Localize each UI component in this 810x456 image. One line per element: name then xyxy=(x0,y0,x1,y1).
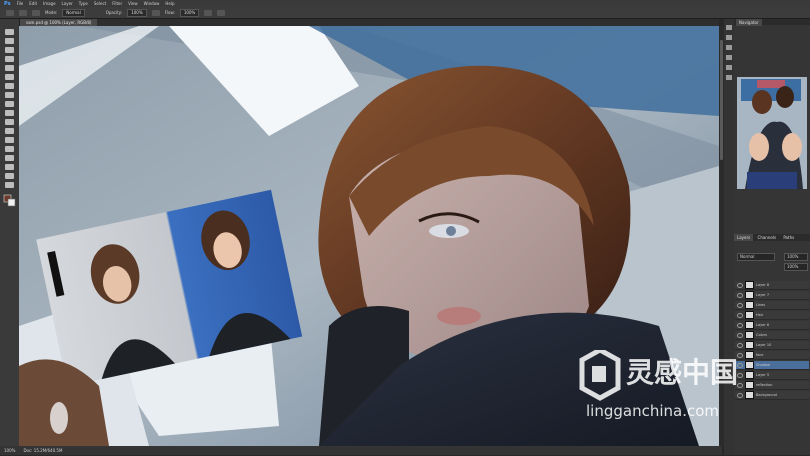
flow-label: Flow: xyxy=(164,10,175,15)
layer-thumbnail xyxy=(745,311,754,319)
menu-edit[interactable]: Edit xyxy=(29,1,37,6)
eye-icon[interactable] xyxy=(737,312,743,318)
layer-thumbnail xyxy=(745,281,754,289)
menu-filter[interactable]: Filter xyxy=(112,1,122,6)
document-tab-bar xyxy=(19,19,719,26)
navigator-preview[interactable] xyxy=(737,77,807,189)
eye-icon[interactable] xyxy=(737,322,743,328)
tools-panel xyxy=(0,19,20,455)
doc-size: Doc: 15.2M/640.5M xyxy=(23,448,63,453)
layer-row[interactable]: Layer 6 xyxy=(735,321,809,330)
layer-row[interactable]: Layer 10 xyxy=(735,341,809,350)
tab-layers[interactable]: Layers xyxy=(734,234,754,241)
tab-channels[interactable]: Channels xyxy=(755,234,780,241)
mode-label: Mode: xyxy=(45,10,58,15)
layer-row[interactable]: Layer 8 xyxy=(735,281,809,290)
pressure-size-icon[interactable] xyxy=(217,9,226,16)
layer-fill-field[interactable]: 100% xyxy=(784,263,808,271)
watermark-brand: 灵感中国 xyxy=(626,356,738,389)
watermark-logo: 灵感中国 lingganchina.com xyxy=(579,347,738,420)
menu-help[interactable]: Help xyxy=(165,1,174,6)
flow-field[interactable]: 100% xyxy=(179,8,200,17)
menu-select[interactable]: Select xyxy=(94,1,106,6)
watermark-url: lingganchina.com xyxy=(586,402,719,420)
zoom-level[interactable]: 100% xyxy=(4,448,15,453)
tab-navigator[interactable]: Navigator xyxy=(736,19,762,26)
menu-bar: Ps File Edit Image Layer Type Select Fil… xyxy=(0,0,810,7)
eye-icon[interactable] xyxy=(737,282,743,288)
layers-tab-row: Layers Channels Paths xyxy=(734,234,810,241)
tools-icons[interactable] xyxy=(0,19,19,455)
layer-thumbnail xyxy=(745,341,754,349)
menu-file[interactable]: File xyxy=(17,1,24,6)
menu-image[interactable]: Image xyxy=(43,1,56,6)
brush-preset-icon[interactable] xyxy=(6,9,14,16)
layer-thumbnail xyxy=(745,291,754,299)
layer-opacity-field[interactable]: 100% xyxy=(784,253,808,261)
layer-row[interactable]: Colors xyxy=(735,331,809,340)
brush-panel-icon[interactable] xyxy=(32,9,40,16)
layer-thumbnail xyxy=(745,321,754,329)
opacity-field[interactable]: 100% xyxy=(127,8,147,17)
navigator-tab-row: Navigator xyxy=(734,19,810,26)
app-logo: Ps xyxy=(4,0,11,7)
options-bar: Mode: Normal Opacity: 100% Flow: 100% xyxy=(0,7,810,19)
status-bar: 100% Doc: 15.2M/640.5M xyxy=(0,446,722,455)
menu-view[interactable]: View xyxy=(128,1,138,6)
layer-row[interactable]: Layer 7 xyxy=(735,291,809,300)
watermark: 灵感中国 lingganchina.com xyxy=(578,347,788,430)
blend-mode-select[interactable]: Normal xyxy=(737,253,775,261)
eye-icon[interactable] xyxy=(737,342,743,348)
mode-select[interactable]: Normal xyxy=(62,8,85,17)
menu-window[interactable]: Window xyxy=(144,1,160,6)
scrollbar-thumb[interactable] xyxy=(720,40,723,160)
pressure-opacity-icon[interactable] xyxy=(151,9,160,16)
layer-thumbnail xyxy=(745,301,754,309)
tab-paths[interactable]: Paths xyxy=(780,234,797,241)
menu-layer[interactable]: Layer xyxy=(62,1,73,6)
brush-size-icon[interactable] xyxy=(19,9,27,16)
eye-icon[interactable] xyxy=(737,292,743,298)
airbrush-icon[interactable] xyxy=(204,9,213,16)
menu-type[interactable]: Type xyxy=(79,1,88,6)
layer-row[interactable]: Hair xyxy=(735,311,809,320)
layer-row[interactable]: Lines xyxy=(735,301,809,310)
opacity-label: Opacity: xyxy=(105,10,123,15)
layer-thumbnail xyxy=(745,331,754,339)
navigator-thumbnail xyxy=(737,77,807,189)
eye-icon[interactable] xyxy=(737,302,743,308)
document-tab[interactable]: sam.psd @ 100% (Layer, RGB/8) xyxy=(20,19,98,26)
eye-icon[interactable] xyxy=(737,332,743,338)
